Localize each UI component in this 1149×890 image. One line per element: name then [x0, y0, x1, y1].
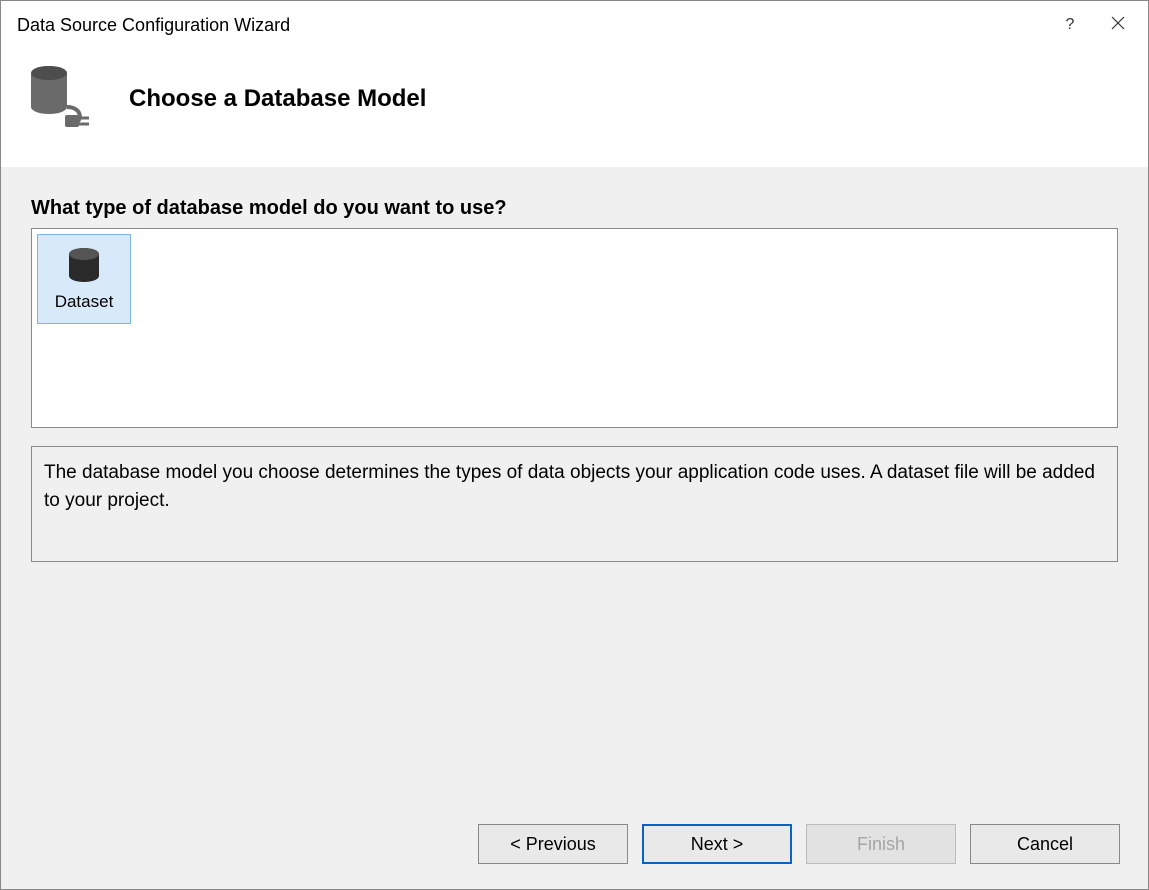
database-icon [64, 247, 104, 288]
wizard-header: Choose a Database Model [1, 49, 1148, 167]
wizard-window: Data Source Configuration Wizard ? Choos… [0, 0, 1149, 890]
model-type-list[interactable]: Dataset [31, 228, 1118, 428]
help-icon: ? [1066, 16, 1075, 34]
wizard-footer: < Previous Next > Finish Cancel [1, 799, 1148, 889]
help-button[interactable]: ? [1046, 5, 1094, 45]
titlebar: Data Source Configuration Wizard ? [1, 1, 1148, 49]
finish-button[interactable]: Finish [806, 824, 956, 864]
model-description: The database model you choose determines… [31, 446, 1118, 562]
window-title: Data Source Configuration Wizard [17, 15, 1046, 36]
database-plug-icon [23, 63, 101, 135]
close-icon [1111, 16, 1125, 35]
cancel-button[interactable]: Cancel [970, 824, 1120, 864]
wizard-content: What type of database model do you want … [1, 167, 1148, 799]
close-button[interactable] [1094, 5, 1142, 45]
prompt-label: What type of database model do you want … [31, 197, 1118, 220]
wizard-step-title: Choose a Database Model [129, 85, 426, 113]
next-button[interactable]: Next > [642, 824, 792, 864]
model-item-label: Dataset [55, 292, 114, 312]
model-item-dataset[interactable]: Dataset [37, 234, 131, 324]
previous-button[interactable]: < Previous [478, 824, 628, 864]
